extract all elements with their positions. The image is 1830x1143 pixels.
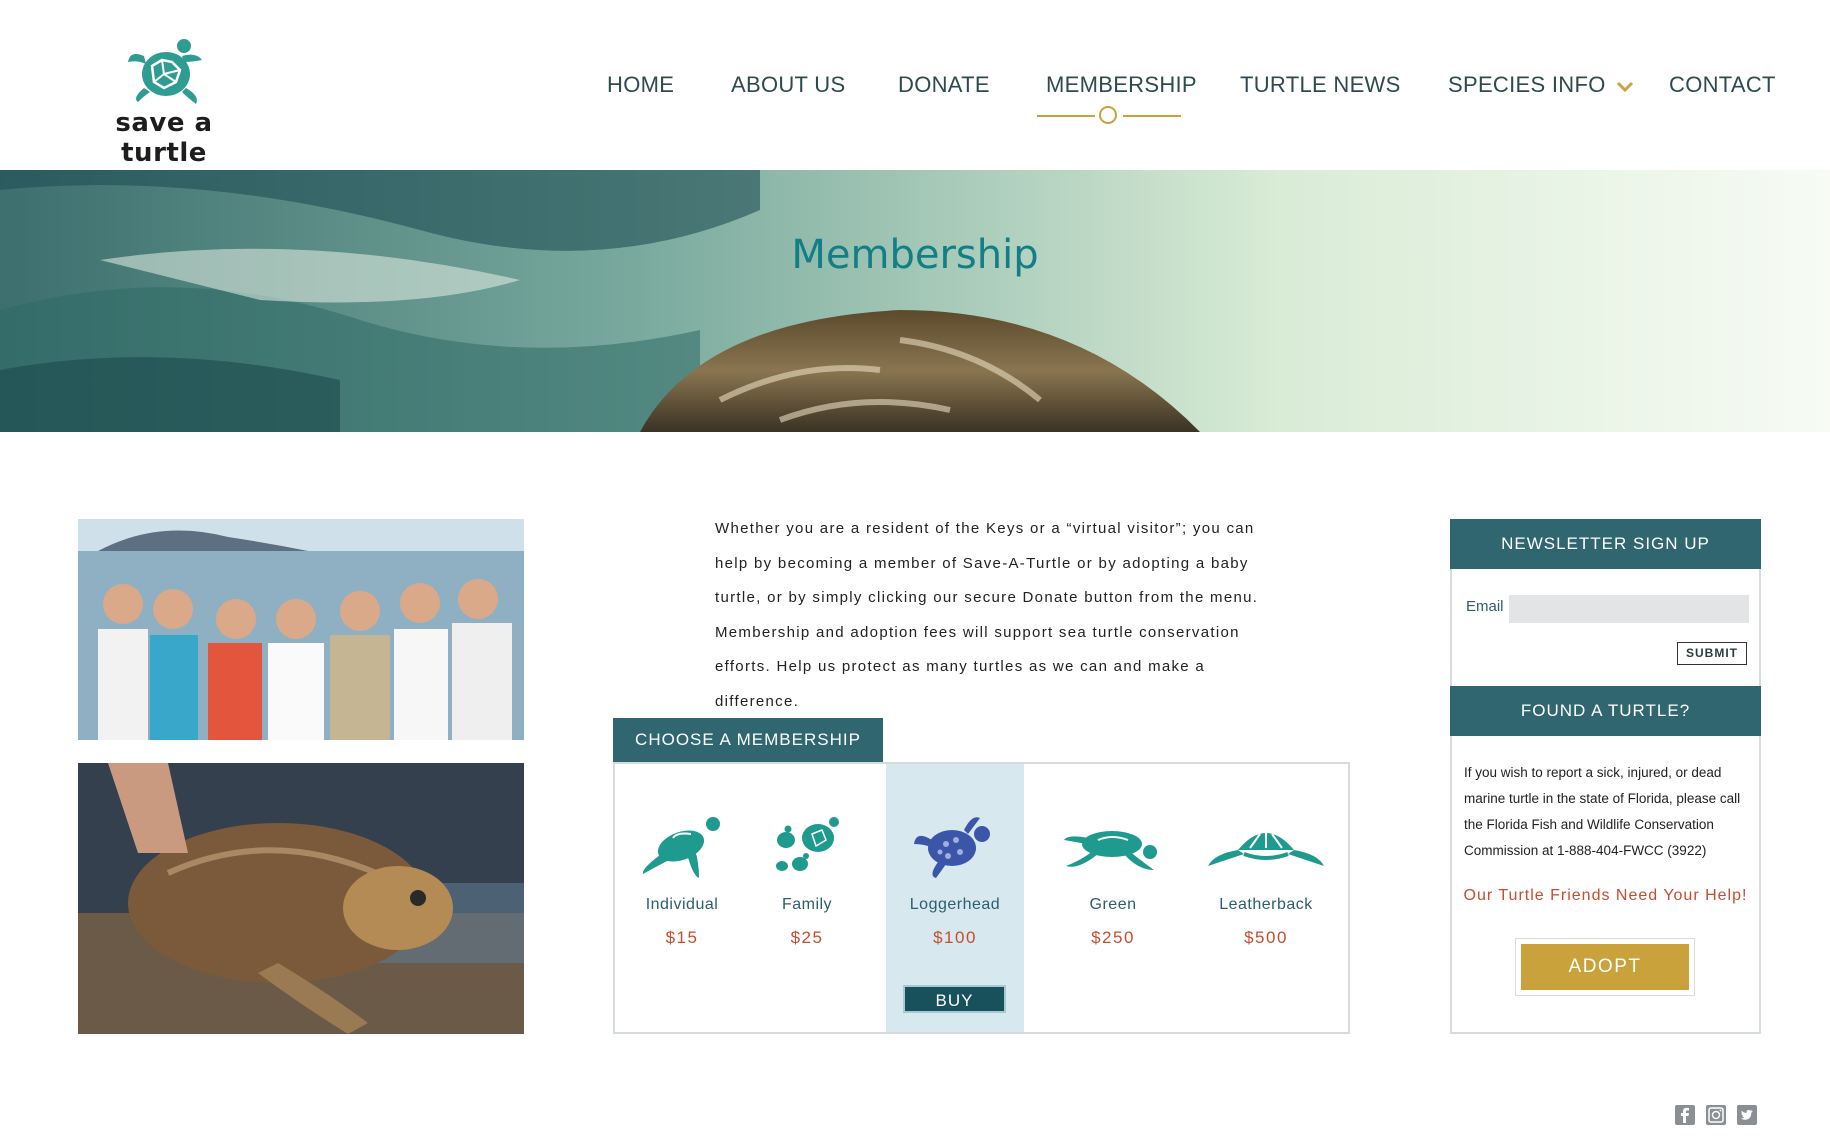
membership-price: $250 — [1091, 928, 1135, 947]
turtle-family-icon — [776, 817, 839, 871]
email-label: Email — [1466, 598, 1504, 615]
page-title: Membership — [791, 232, 1039, 278]
membership-option-green[interactable]: Green $250 — [1043, 810, 1183, 948]
nav-turtle-news[interactable]: TURTLE NEWS — [1240, 72, 1401, 98]
membership-name: Leatherback — [1219, 896, 1313, 913]
help-tagline: Our Turtle Friends Need Your Help! — [1463, 887, 1748, 904]
leatherback-turtle-icon — [1208, 830, 1324, 866]
logo-text: save a turtle — [115, 108, 213, 168]
membership-price: $500 — [1244, 928, 1288, 947]
sea-turtle-photo — [78, 763, 524, 1034]
hero-background-image — [0, 170, 1830, 432]
volunteers-group-photo — [78, 519, 524, 740]
membership-option-leatherback[interactable]: Leatherback $500 — [1196, 810, 1336, 948]
facebook-icon[interactable] — [1675, 1105, 1695, 1125]
membership-option-loggerhead[interactable]: Loggerhead $100 — [885, 810, 1025, 948]
nav-about-us[interactable]: ABOUT US — [731, 72, 845, 98]
nav-active-indicator — [1037, 104, 1182, 128]
found-turtle-text: If you wish to report a sick, injured, o… — [1464, 765, 1741, 858]
green-turtle-icon — [1064, 831, 1157, 870]
membership-price: $100 — [933, 928, 977, 947]
chevron-down-icon — [1616, 73, 1634, 99]
instagram-icon[interactable] — [1706, 1105, 1726, 1125]
intro-paragraph: Whether you are a resident of the Keys o… — [715, 520, 1259, 710]
membership-price: $25 — [790, 928, 824, 947]
newsletter-heading: NEWSLETTER SIGN UP — [1450, 519, 1761, 569]
nav-species-info-label: SPECIES INFO — [1448, 72, 1606, 97]
sea-turtle-swimming-icon — [642, 817, 720, 878]
nav-species-info[interactable]: SPECIES INFO — [1448, 72, 1634, 99]
membership-name: Loggerhead — [909, 896, 1001, 913]
hero-banner: Membership — [0, 170, 1830, 432]
membership-price: $15 — [665, 928, 699, 947]
membership-name: Individual — [645, 896, 719, 913]
loggerhead-turtle-icon — [914, 817, 990, 878]
submit-button[interactable]: SUBMIT — [1677, 642, 1747, 665]
nav-membership[interactable]: MEMBERSHIP — [1046, 72, 1197, 98]
found-turtle-heading: FOUND A TURTLE? — [1450, 686, 1761, 736]
buy-button[interactable]: BUY — [903, 985, 1006, 1013]
main-nav: HOME ABOUT US DONATE MEMBERSHIP TURTLE N… — [0, 72, 1830, 112]
adopt-button[interactable]: ADOPT — [1521, 944, 1689, 990]
nav-donate[interactable]: DONATE — [898, 72, 990, 98]
nav-contact[interactable]: CONTACT — [1669, 72, 1776, 98]
membership-option-family[interactable]: Family $25 — [737, 810, 877, 948]
choose-membership-tab[interactable]: CHOOSE A MEMBERSHIP — [613, 718, 883, 762]
twitter-icon[interactable] — [1737, 1105, 1757, 1125]
nav-home[interactable]: HOME — [607, 72, 674, 98]
email-field[interactable] — [1509, 595, 1749, 623]
membership-option-individual[interactable]: Individual $15 — [612, 810, 752, 948]
membership-name: Family — [781, 896, 833, 913]
membership-name: Green — [1089, 896, 1137, 913]
